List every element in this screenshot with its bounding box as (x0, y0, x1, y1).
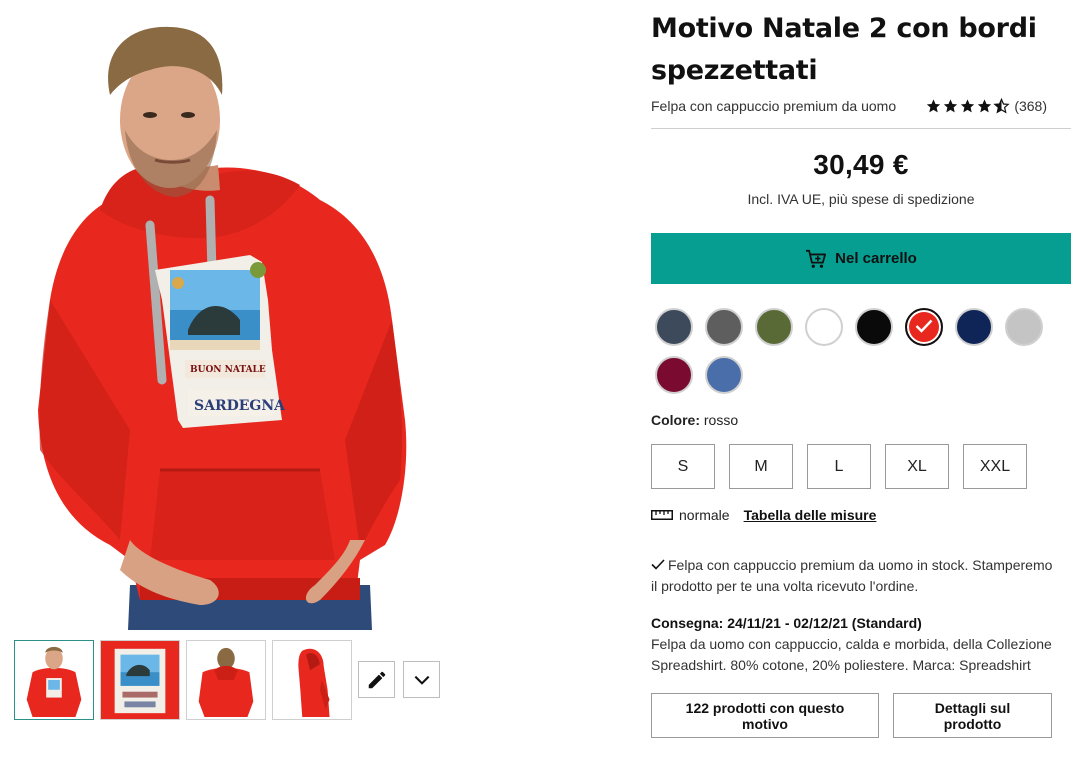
color-swatch-5[interactable] (905, 308, 943, 346)
thumbnail-side-image (273, 641, 351, 719)
product-details-button[interactable]: Dettagli sul prodotto (893, 693, 1052, 738)
thumbnail-design-image (101, 641, 179, 719)
fit-label: normale (679, 507, 730, 523)
fit-row: normale Tabella delle misure (651, 507, 1071, 523)
thumbnail-back[interactable] (186, 640, 266, 720)
color-swatch-4[interactable] (855, 308, 893, 346)
color-swatch-7[interactable] (1005, 308, 1043, 346)
pencil-icon (368, 671, 385, 688)
tax-note: Incl. IVA UE, più spese di spedizione (747, 191, 975, 207)
rating-count: (368) (1014, 98, 1047, 114)
thumbnail-side[interactable] (272, 640, 352, 720)
more-products-button[interactable]: 122 prodotti con questo motivo (651, 693, 879, 738)
product-rating[interactable]: (368) (925, 98, 1047, 114)
color-swatch-1[interactable] (705, 308, 743, 346)
thumbnail-front-image (15, 641, 93, 719)
check-icon (915, 319, 933, 333)
add-to-cart-label: Nel carrello (835, 250, 917, 267)
cart-icon (806, 249, 827, 268)
product-title: Motivo Natale 2 con bordi spezzettati (651, 13, 1037, 86)
size-table-link[interactable]: Tabella delle misure (744, 507, 877, 523)
stock-text: Felpa con cappuccio premium da uomo in s… (651, 557, 1053, 594)
delivery-info: Consegna: 24/11/21 - 02/12/21 (Standard)… (651, 613, 1061, 676)
chevron-down-icon (414, 675, 429, 685)
color-swatch-2[interactable] (755, 308, 793, 346)
product-price: 30,49 € (813, 149, 909, 180)
size-selector: S M L XL XXL (651, 444, 1071, 489)
rating-stars (925, 98, 1010, 114)
thumbnail-front[interactable] (14, 640, 94, 720)
check-icon (651, 559, 665, 570)
size-option-s[interactable]: S (651, 444, 715, 489)
thumbnail-back-image (187, 641, 265, 719)
thumbnail-design[interactable] (100, 640, 180, 720)
thumbnail-strip (14, 640, 440, 720)
product-type: Felpa con cappuccio premium da uomo (651, 98, 897, 114)
color-swatch-0[interactable] (655, 308, 693, 346)
color-swatches (651, 308, 1051, 394)
star-icon (978, 99, 992, 113)
color-label: Colore: (651, 412, 700, 428)
color-swatch-8[interactable] (655, 356, 693, 394)
size-option-xl[interactable]: XL (885, 444, 949, 489)
size-option-m[interactable]: M (729, 444, 793, 489)
more-thumbnails-button[interactable] (403, 661, 440, 698)
color-value: rosso (703, 412, 739, 428)
star-half-icon (993, 98, 1010, 114)
add-to-cart-button[interactable]: Nel carrello (651, 233, 1071, 284)
size-option-xxl[interactable]: XXL (963, 444, 1027, 489)
product-description: Felpa da uomo con cappuccio, calda e mor… (651, 636, 1052, 673)
color-swatch-9[interactable] (705, 356, 743, 394)
star-icon (961, 99, 975, 113)
main-product-image[interactable]: BUON NATALE SARDEGNA (0, 0, 640, 630)
stock-info: Felpa con cappuccio premium da uomo in s… (651, 555, 1061, 597)
edit-design-button[interactable] (358, 661, 395, 698)
star-icon (944, 99, 958, 113)
subtitle-row: Felpa con cappuccio premium da uomo (368… (651, 98, 1071, 129)
star-icon (927, 99, 941, 113)
selected-color: Colore: rosso (651, 412, 1071, 428)
color-swatch-6[interactable] (955, 308, 993, 346)
ruler-icon (651, 510, 673, 520)
color-swatch-3[interactable] (805, 308, 843, 346)
size-option-l[interactable]: L (807, 444, 871, 489)
delivery-label: Consegna: 24/11/21 - 02/12/21 (Standard) (651, 615, 922, 631)
print-text-line1: BUON NATALE (190, 365, 266, 375)
product-info-panel: Motivo Natale 2 con bordi spezzettati Fe… (651, 0, 1071, 738)
print-text-line2: SARDEGNA (194, 398, 286, 414)
hoodie-model-illustration: BUON NATALE SARDEGNA (38, 26, 407, 630)
bottom-actions: 122 prodotti con questo motivo Dettagli … (651, 693, 1071, 738)
